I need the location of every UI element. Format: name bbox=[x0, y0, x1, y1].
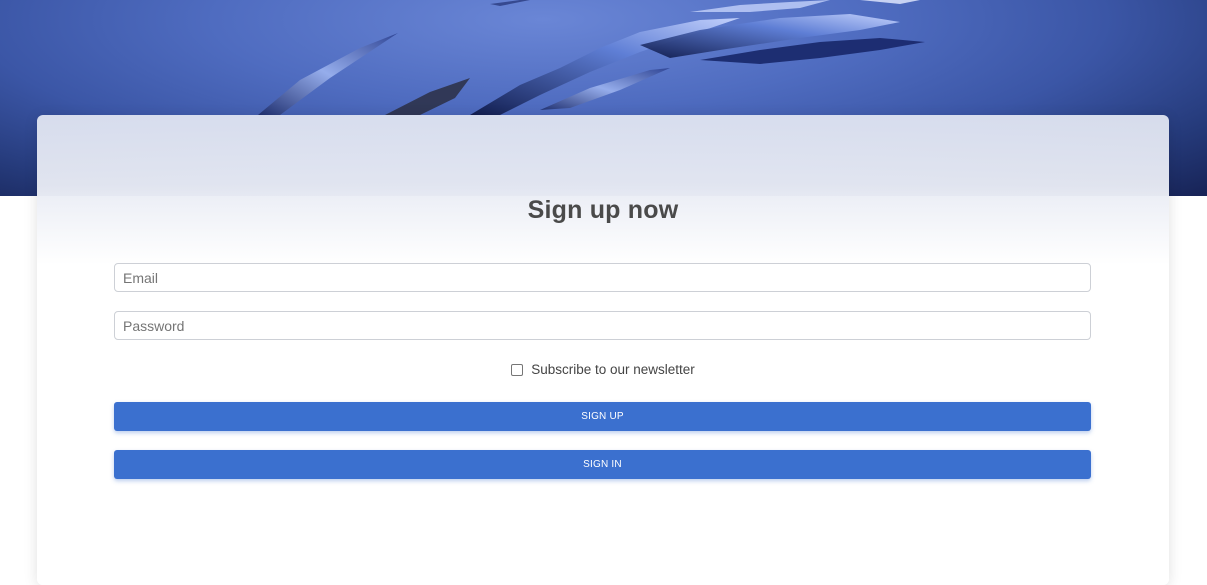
sign-in-button[interactable]: SIGN IN bbox=[114, 450, 1091, 479]
sign-up-button[interactable]: SIGN UP bbox=[114, 402, 1091, 431]
page-title: Sign up now bbox=[527, 196, 679, 224]
newsletter-option: Subscribe to our newsletter bbox=[37, 362, 1169, 377]
email-field[interactable] bbox=[114, 263, 1091, 292]
newsletter-checkbox[interactable] bbox=[511, 363, 524, 376]
newsletter-label[interactable]: Subscribe to our newsletter bbox=[531, 362, 695, 377]
password-field[interactable] bbox=[114, 311, 1091, 340]
signup-card: Sign up now Subscribe to our newsletter … bbox=[37, 115, 1169, 585]
